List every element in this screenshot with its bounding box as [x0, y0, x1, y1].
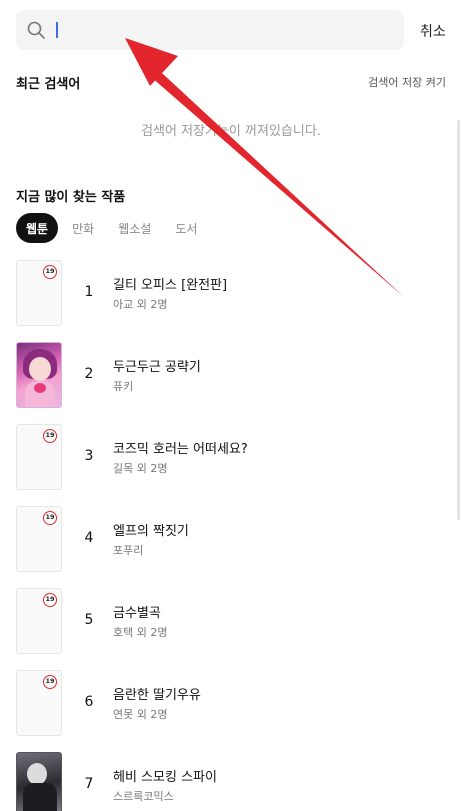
popular-title: 지금 많이 찾는 작품 [16, 190, 126, 205]
age-19-badge: 19 [43, 429, 57, 443]
thumbnail: 19 [16, 588, 62, 654]
save-search-toggle[interactable]: 검색어 저장 켜기 [368, 74, 446, 90]
thumbnail: 19 [16, 506, 62, 572]
thumbnail: 19 [16, 670, 62, 736]
rank-number: 3 [84, 448, 94, 464]
list-item[interactable]: 19 5 금수별곡 호택 외 2명 [16, 588, 446, 670]
tab-book[interactable]: 도서 [165, 213, 207, 243]
tab-webnovel[interactable]: 웹소설 [108, 213, 161, 243]
list-item[interactable]: 19 4 엘프의 짝짓기 포푸리 [16, 506, 446, 588]
work-author: 호택 외 2명 [113, 626, 168, 639]
text-caret [56, 22, 58, 38]
rank-number: 6 [84, 694, 94, 710]
list-item[interactable]: 7 헤비 스모킹 스파이 스르륵코믹스 [16, 752, 446, 811]
work-title: 두근두근 공략기 [113, 360, 201, 375]
age-19-badge: 19 [43, 265, 57, 279]
tab-webtoon[interactable]: 웹툰 [16, 213, 59, 243]
rank-number: 5 [84, 612, 94, 628]
work-author: 퓨키 [113, 380, 134, 393]
thumbnail: 19 [16, 260, 62, 326]
rank-number: 2 [84, 366, 94, 382]
recent-searches-title: 최근 검색어 [16, 77, 81, 92]
cancel-button[interactable]: 취소 [420, 21, 446, 41]
thumbnail [16, 342, 62, 408]
recent-empty-message: 검색어 저장기능이 꺼져있습니다. [141, 124, 321, 139]
work-title: 헤비 스모킹 스파이 [113, 770, 217, 785]
work-title: 음란한 딸기우유 [113, 688, 201, 703]
rank-number: 1 [84, 284, 94, 300]
tab-comic[interactable]: 만화 [62, 213, 104, 243]
work-author: 연못 외 2명 [113, 708, 168, 721]
search-icon [27, 21, 45, 39]
work-title: 코즈믹 호러는 어떠세요? [113, 442, 248, 457]
search-field[interactable] [16, 10, 404, 50]
thumbnail [16, 752, 62, 811]
work-title: 길티 오피스 [완전판] [113, 278, 228, 293]
list-item[interactable]: 2 두근두근 공략기 퓨키 [16, 342, 446, 424]
list-item[interactable]: 19 3 코즈믹 호러는 어떠세요? 길목 외 2명 [16, 424, 446, 506]
age-19-badge: 19 [43, 675, 57, 689]
list-item[interactable]: 19 1 길티 오피스 [완전판] 아교 외 2명 [16, 260, 446, 342]
thumbnail: 19 [16, 424, 62, 490]
search-bar: 취소 [16, 10, 462, 50]
work-title: 엘프의 짝짓기 [113, 524, 189, 539]
search-page: 취소 최근 검색어 검색어 저장 켜기 검색어 저장기능이 꺼져있습니다. 지금… [0, 0, 462, 811]
scrollbar[interactable] [457, 120, 460, 520]
rank-number: 7 [84, 776, 94, 792]
work-author: 포푸리 [113, 544, 144, 557]
category-tabs: 웹툰 만화 웹소설 도서 [16, 213, 211, 243]
search-input[interactable] [56, 10, 396, 50]
age-19-badge: 19 [43, 511, 57, 525]
work-author: 스르륵코믹스 [113, 790, 174, 803]
popular-list: 19 1 길티 오피스 [완전판] 아교 외 2명 2 두근두근 공략기 퓨키 … [16, 260, 446, 811]
age-19-badge: 19 [43, 593, 57, 607]
list-item[interactable]: 19 6 음란한 딸기우유 연못 외 2명 [16, 670, 446, 752]
work-author: 길목 외 2명 [113, 462, 168, 475]
work-author: 아교 외 2명 [113, 298, 168, 311]
rank-number: 4 [84, 530, 94, 546]
work-title: 금수별곡 [113, 606, 161, 621]
